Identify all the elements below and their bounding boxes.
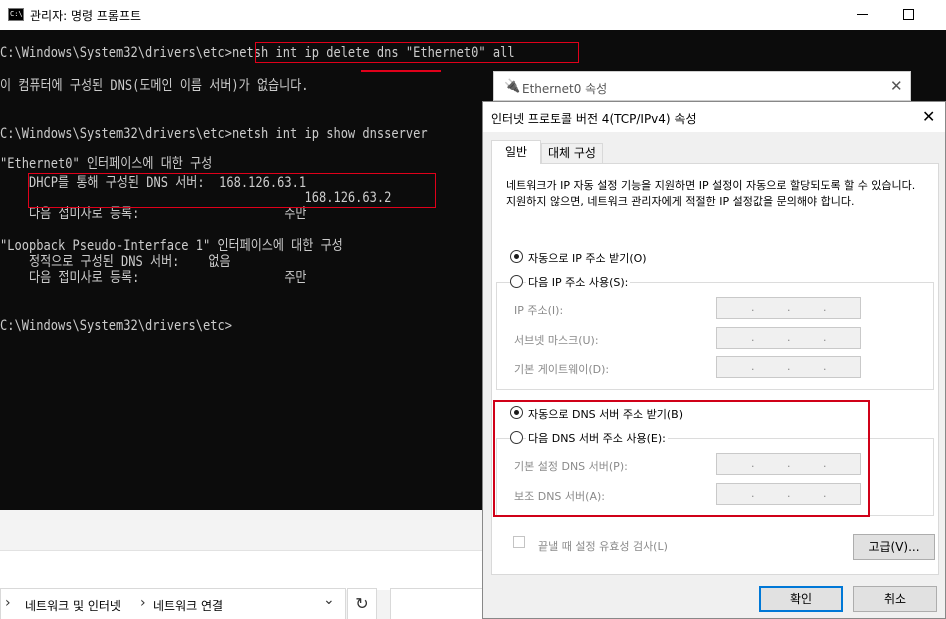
plug-icon: 🔌 — [504, 79, 521, 94]
ip-description: 네트워크가 IP 자동 설정 기능을 지원하면 IP 설정이 자동으로 할당되도… — [506, 179, 916, 208]
chevron-right-icon: › — [140, 595, 146, 611]
cmd-window-title: 관리자: 명령 프롬프트 — [30, 9, 142, 23]
radio-ip-auto[interactable] — [510, 250, 523, 263]
tab-general[interactable]: 일반 — [491, 140, 541, 164]
command-highlight-box — [255, 42, 579, 63]
default-gateway-label: 기본 게이트웨이(D): — [514, 363, 610, 376]
dialog-title: 인터넷 프로토콜 버전 4(TCP/IPv4) 속성 — [491, 112, 697, 126]
breadcrumb-item[interactable]: 네트워크 및 인터넷 — [25, 597, 121, 614]
close-icon[interactable]: ✕ — [890, 77, 903, 95]
ip-address-label: IP 주소(I): — [514, 304, 564, 317]
cmd-title-bar: C:\ 관리자: 명령 프롬프트 — [0, 0, 946, 30]
console-line: "Ethernet0" 인터페이스에 대한 구성 — [0, 156, 213, 172]
breadcrumb-item[interactable]: 네트워크 연결 — [153, 597, 223, 614]
console-line: "Loopback Pseudo-Interface 1" 인터페이스에 대한 … — [0, 238, 343, 254]
cancel-button[interactable]: 취소 — [853, 586, 937, 612]
refresh-icon[interactable]: ↻ — [347, 588, 377, 619]
dns-highlight-box — [28, 173, 436, 208]
console-line: 다음 접미사로 등록: 주만 — [0, 270, 307, 286]
ethernet-window-title: Ethernet0 속성 — [522, 82, 608, 96]
ipv4-properties-dialog: 인터넷 프로토콜 버전 4(TCP/IPv4) 속성 ✕ 일반 대체 구성 네트… — [482, 101, 946, 619]
ok-button[interactable]: 확인 — [759, 586, 843, 612]
ip-manual-label[interactable]: 다음 IP 주소 사용(S): — [526, 274, 631, 290]
dns-auto-highlight-box — [493, 400, 870, 517]
dialog-title-bar: 인터넷 프로토콜 버전 4(TCP/IPv4) 속성 ✕ — [483, 102, 945, 132]
console-line: 다음 접미사로 등록: 주만 — [0, 206, 307, 222]
console-prompt: C:\Windows\System32\drivers\etc> — [0, 318, 232, 334]
maximize-icon[interactable] — [903, 9, 914, 20]
console-line: 이 컴퓨터에 구성된 DNS(도메인 이름 서버)가 없습니다. — [0, 78, 309, 94]
close-icon[interactable]: ✕ — [922, 107, 935, 126]
advanced-button[interactable]: 고급(V)... — [853, 534, 935, 560]
validate-settings-checkbox[interactable] — [513, 536, 525, 548]
subnet-mask-label: 서브넷 마스크(U): — [514, 334, 599, 347]
cmd-app-icon: C:\ — [8, 8, 24, 21]
console-line: C:\Windows\System32\drivers\etc>netsh in… — [0, 126, 428, 142]
delete-underline — [361, 70, 441, 72]
tab-alternate-config[interactable]: 대체 구성 — [541, 143, 603, 164]
chevron-down-icon[interactable]: ⌄ — [323, 592, 335, 608]
radio-ip-manual[interactable] — [510, 275, 523, 288]
ip-address-field[interactable]: ... — [716, 297, 861, 319]
ethernet-properties-window: 🔌 Ethernet0 속성 ✕ — [493, 71, 911, 101]
chevron-right-icon: › — [5, 595, 11, 611]
default-gateway-field[interactable]: ... — [716, 356, 861, 378]
ip-auto-label[interactable]: 자동으로 IP 주소 받기(O) — [528, 250, 647, 266]
console-line: 정적으로 구성된 DNS 서버: 없음 — [0, 254, 231, 270]
minimize-icon[interactable] — [857, 14, 868, 15]
validate-settings-label[interactable]: 끝낼 때 설정 유효성 검사(L) — [538, 538, 668, 554]
address-bar[interactable]: › 네트워크 및 인터넷 › 네트워크 연결 ⌄ — [0, 588, 346, 619]
subnet-mask-field[interactable]: ... — [716, 327, 861, 349]
search-input[interactable] — [390, 588, 490, 619]
